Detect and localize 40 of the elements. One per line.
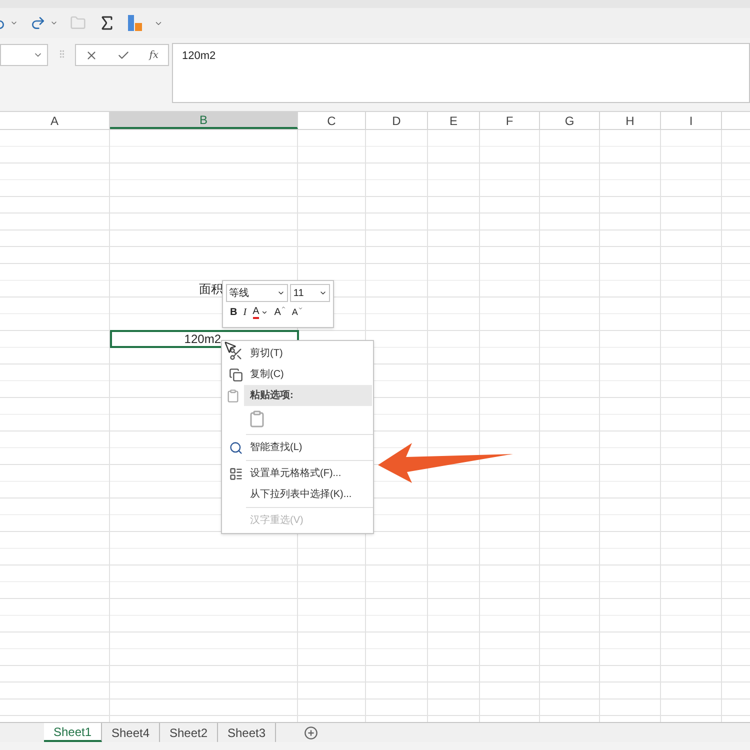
menu-item[interactable]: 设置单元格格式(F)... xyxy=(222,463,373,484)
font-color-button[interactable]: A xyxy=(252,306,260,319)
font-name: 等线 xyxy=(229,286,249,300)
font-size: 11 xyxy=(293,286,304,300)
formula-input[interactable]: 120m2 xyxy=(172,43,750,103)
cancel-icon[interactable] xyxy=(85,48,98,62)
caret-icon[interactable] xyxy=(261,309,268,316)
font-dropdown[interactable]: 等线 xyxy=(226,284,288,302)
up-caret-icon xyxy=(280,305,286,310)
redo-icon[interactable] xyxy=(30,15,46,31)
add-sheet-icon[interactable] xyxy=(304,726,318,740)
column-header[interactable]: C xyxy=(298,112,366,129)
column-header[interactable]: D xyxy=(366,112,428,129)
menu-item[interactable]: 智能查找(L) xyxy=(222,437,373,458)
shrink-font-button[interactable]: A xyxy=(292,306,303,320)
column-header[interactable]: G xyxy=(540,112,600,129)
column-header[interactable]: E xyxy=(428,112,480,129)
column-header[interactable]: B xyxy=(110,112,298,129)
search-icon xyxy=(229,440,243,454)
size-dropdown[interactable]: 11 xyxy=(290,284,330,302)
bold-button[interactable]: B xyxy=(230,305,238,320)
format-cells-icon xyxy=(229,466,243,480)
column-header[interactable]: F xyxy=(480,112,540,129)
insert-function-button[interactable]: fx xyxy=(149,48,159,62)
clipboard-icon xyxy=(226,388,240,402)
column-header[interactable]: I xyxy=(661,112,722,129)
sheet-tab[interactable]: Sheet1 xyxy=(44,723,102,742)
caret-icon xyxy=(277,289,286,297)
menu-section-header: 粘贴选项: xyxy=(244,385,372,406)
column-header[interactable]: H xyxy=(600,112,661,129)
check-icon[interactable] xyxy=(117,48,130,62)
copy-icon xyxy=(229,368,243,382)
scissors-icon xyxy=(229,346,243,360)
caret-icon xyxy=(319,289,327,297)
chart-icon[interactable] xyxy=(128,15,142,31)
menu-item[interactable]: 从下拉列表中选择(K)... xyxy=(222,484,373,505)
grow-font-button[interactable]: A xyxy=(274,305,286,320)
menu-item[interactable]: 复制(C) xyxy=(222,364,373,385)
italic-button[interactable]: I xyxy=(243,305,247,320)
down-caret-icon xyxy=(298,306,303,311)
